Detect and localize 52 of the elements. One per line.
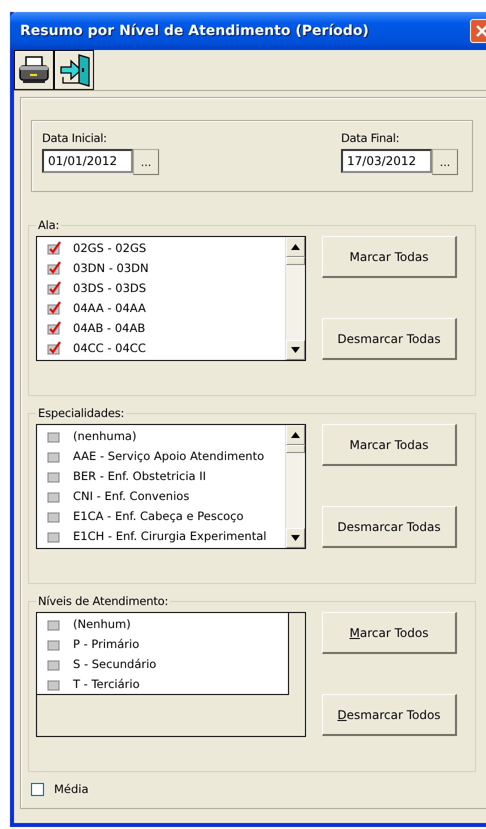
date-label: Data Final:: [341, 131, 400, 145]
list-item[interactable]: 03DS - 03DS: [73, 281, 146, 295]
list-item[interactable]: E1CH - Enf. Cirurgia Experimental: [73, 529, 266, 543]
date-field[interactable]: 17/03/2012: [341, 149, 432, 173]
select-button[interactable]: Marcar Todos: [322, 612, 457, 654]
scrollbar[interactable]: [285, 237, 305, 360]
up-arrow-icon[interactable]: [291, 244, 300, 250]
group-label: Ala:: [37, 218, 60, 232]
down-arrow-icon[interactable]: [291, 347, 300, 353]
list-item[interactable]: 02GS - 02GS: [73, 241, 146, 255]
date-picker-button[interactable]: ...: [432, 149, 458, 175]
checkbox[interactable]: [31, 782, 44, 796]
checked-checkbox[interactable]: [47, 341, 61, 355]
date-label: Data Inicial:: [42, 131, 108, 145]
list-item[interactable]: CNI - Enf. Convenios: [73, 489, 190, 503]
list-item[interactable]: AAE - Serviço Apoio Atendimento: [73, 449, 264, 463]
date-picker-button[interactable]: ...: [133, 149, 159, 175]
list-item[interactable]: E1CA - Enf. Cabeça e Pescoço: [73, 509, 244, 523]
list-item[interactable]: P - Primário: [73, 637, 140, 651]
list-item[interactable]: 03DN - 03DN: [73, 261, 149, 275]
checked-checkbox[interactable]: [47, 321, 61, 335]
checked-checkbox[interactable]: [47, 241, 61, 255]
printer-icon: [17, 55, 51, 85]
list-item[interactable]: S - Secundário: [73, 657, 156, 671]
print-button[interactable]: [14, 50, 54, 90]
up-arrow-icon[interactable]: [291, 432, 300, 438]
scrollbar[interactable]: [285, 425, 305, 548]
exit-button[interactable]: [54, 50, 94, 90]
window-title: Resumo por Nível de Atendimento (Período): [20, 23, 369, 39]
checked-checkbox[interactable]: [47, 261, 61, 275]
checked-checkbox[interactable]: [47, 301, 61, 315]
select-button[interactable]: Desmarcar Todas: [322, 318, 457, 360]
checkbox-label[interactable]: Média: [54, 782, 89, 796]
select-button[interactable]: Desmarcar Todas: [322, 506, 457, 548]
group-label: Especialidades:: [37, 406, 126, 420]
list-item[interactable]: 04CC - 04CC: [73, 341, 146, 355]
scroll-thumb[interactable]: [286, 445, 305, 453]
list-item[interactable]: T - Terciário: [73, 677, 140, 691]
list-item[interactable]: (Nenhum): [73, 617, 131, 631]
checked-checkbox[interactable]: [47, 281, 61, 295]
list-item[interactable]: BER - Enf. Obstetricia II: [73, 469, 206, 483]
list-item[interactable]: 04AA - 04AA: [73, 301, 146, 315]
select-button[interactable]: Marcar Todas: [322, 236, 457, 278]
down-arrow-icon[interactable]: [291, 535, 300, 541]
list-item[interactable]: 04AB - 04AB: [73, 321, 146, 335]
list-item[interactable]: (nenhuma): [73, 429, 136, 443]
select-button[interactable]: Marcar Todas: [322, 424, 457, 466]
close-icon: [475, 24, 486, 38]
select-button[interactable]: Desmarcar Todos: [322, 694, 457, 736]
group-label: Níveis de Atendimento:: [37, 594, 170, 608]
date-field[interactable]: 01/01/2012: [42, 149, 133, 173]
scroll-thumb[interactable]: [286, 257, 305, 265]
